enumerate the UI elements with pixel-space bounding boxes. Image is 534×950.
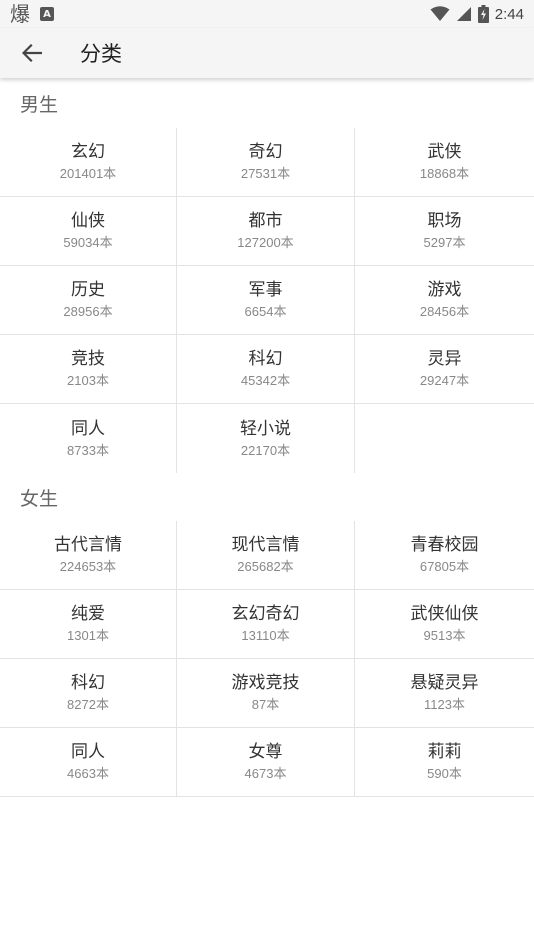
category-name: 莉莉: [427, 742, 462, 762]
category-name: 灵异: [427, 349, 462, 369]
category-item[interactable]: 历史 28956本: [0, 266, 177, 335]
category-item[interactable]: 玄幻 201401本: [0, 128, 177, 197]
category-name: 历史: [71, 280, 105, 300]
category-count: 8272本: [67, 697, 109, 712]
category-count: 127200本: [237, 235, 294, 250]
category-name: 武侠: [427, 142, 462, 162]
status-time: 2:44: [494, 5, 524, 23]
category-count: 29247本: [419, 373, 470, 388]
category-name: 纯爱: [71, 604, 105, 624]
category-item[interactable]: 武侠 18868本: [355, 128, 534, 197]
battery-icon: [477, 5, 489, 23]
app-bar: 分类: [0, 28, 534, 78]
category-item[interactable]: 军事 6654本: [177, 266, 355, 335]
category-item[interactable]: 现代言情 265682本: [177, 521, 355, 590]
category-name: 竞技: [71, 349, 105, 369]
category-item[interactable]: 游戏竞技 87本: [177, 659, 355, 728]
category-count: 18868本: [419, 166, 470, 181]
category-name: 女尊: [248, 742, 283, 762]
category-item[interactable]: 玄幻奇幻 13110本: [177, 590, 355, 659]
category-count: 22170本: [240, 442, 291, 458]
back-button[interactable]: [0, 28, 64, 78]
status-bar: 爆 A 2:44: [0, 0, 534, 28]
category-count: 265682本: [237, 559, 294, 574]
category-name: 武侠仙侠: [410, 604, 479, 624]
category-name: 玄幻: [71, 142, 105, 162]
category-count: 201401本: [59, 166, 117, 181]
category-item[interactable]: 悬疑灵异 1123本: [355, 659, 534, 728]
category-count: 8733本: [67, 442, 109, 458]
signal-icon: [456, 7, 471, 21]
category-name: 军事: [248, 280, 283, 300]
category-count: 45342本: [240, 373, 291, 388]
category-count: 4673本: [244, 766, 287, 781]
category-count: 28956本: [63, 304, 113, 319]
category-item[interactable]: 游戏 28456本: [355, 266, 534, 335]
category-item[interactable]: 武侠仙侠 9513本: [355, 590, 534, 659]
category-count: 87本: [251, 697, 280, 712]
category-item[interactable]: 科幻 45342本: [177, 335, 355, 404]
category-count: 13110本: [241, 628, 290, 643]
category-count: 224653本: [59, 559, 117, 574]
category-name: 科幻: [248, 349, 283, 369]
category-name: 轻小说: [240, 418, 291, 439]
category-name: 现代言情: [231, 535, 300, 555]
wifi-icon: [430, 6, 450, 21]
category-name: 仙侠: [71, 211, 105, 231]
category-count: 5297本: [423, 235, 466, 250]
category-item[interactable]: 女尊 4673本: [177, 728, 355, 797]
category-item[interactable]: 都市 127200本: [177, 197, 355, 266]
status-left: 爆 A: [10, 4, 54, 24]
category-grid-male: 玄幻 201401本 奇幻 27531本 武侠 18868本 仙侠 59034本 都市 1…: [0, 128, 534, 473]
category-name: 奇幻: [248, 142, 283, 162]
category-name: 职场: [427, 211, 462, 231]
category-item[interactable]: 职场 5297本: [355, 197, 534, 266]
category-count: 4663本: [67, 766, 109, 781]
section-title-female: 女生: [20, 488, 59, 510]
category-item[interactable]: 古代言情 224653本: [0, 521, 177, 590]
status-right: 2:44: [430, 5, 524, 23]
category-name: 同人: [71, 418, 105, 439]
category-name: 玄幻奇幻: [231, 604, 300, 624]
category-item[interactable]: 科幻 8272本: [0, 659, 177, 728]
category-count: 2103本: [67, 373, 109, 388]
category-count: 590本: [427, 766, 462, 781]
category-count: 9513本: [423, 628, 466, 643]
category-item[interactable]: 同人 4663本: [0, 728, 177, 797]
app-notification-icon: 爆: [10, 2, 30, 26]
category-grid-female: 古代言情 224653本 现代言情 265682本 青春校园 67805本 纯爱 130…: [0, 521, 534, 797]
category-count: 67805本: [419, 559, 470, 574]
category-name: 游戏竞技: [231, 673, 300, 693]
category-name: 同人: [71, 742, 105, 762]
section-title-male: 男生: [20, 94, 59, 116]
a-notification-icon: A: [40, 7, 54, 21]
category-count: 6654本: [244, 304, 287, 319]
category-name: 悬疑灵异: [410, 673, 479, 693]
category-count: 28456本: [419, 304, 470, 319]
category-item[interactable]: 青春校园 67805本: [355, 521, 534, 590]
category-item[interactable]: 纯爱 1301本: [0, 590, 177, 659]
category-name: 古代言情: [54, 535, 122, 555]
category-name: 都市: [248, 211, 283, 231]
category-item[interactable]: 奇幻 27531本: [177, 128, 355, 197]
category-item[interactable]: 轻小说 22170本: [177, 404, 355, 473]
category-name: 游戏: [427, 280, 462, 300]
page-title: 分类: [80, 42, 122, 66]
category-name: 青春校园: [410, 535, 479, 555]
category-name: 科幻: [71, 673, 105, 693]
empty-cell: [355, 404, 534, 473]
category-item[interactable]: 仙侠 59034本: [0, 197, 177, 266]
category-item[interactable]: 莉莉 590本: [355, 728, 534, 797]
category-count: 1123本: [424, 697, 465, 712]
category-item[interactable]: 灵异 29247本: [355, 335, 534, 404]
category-item[interactable]: 同人 8733本: [0, 404, 177, 473]
category-count: 1301本: [67, 628, 109, 643]
category-item[interactable]: 竞技 2103本: [0, 335, 177, 404]
category-count: 59034本: [63, 235, 113, 250]
arrow-left-icon: [22, 44, 42, 62]
category-count: 27531本: [240, 166, 291, 181]
